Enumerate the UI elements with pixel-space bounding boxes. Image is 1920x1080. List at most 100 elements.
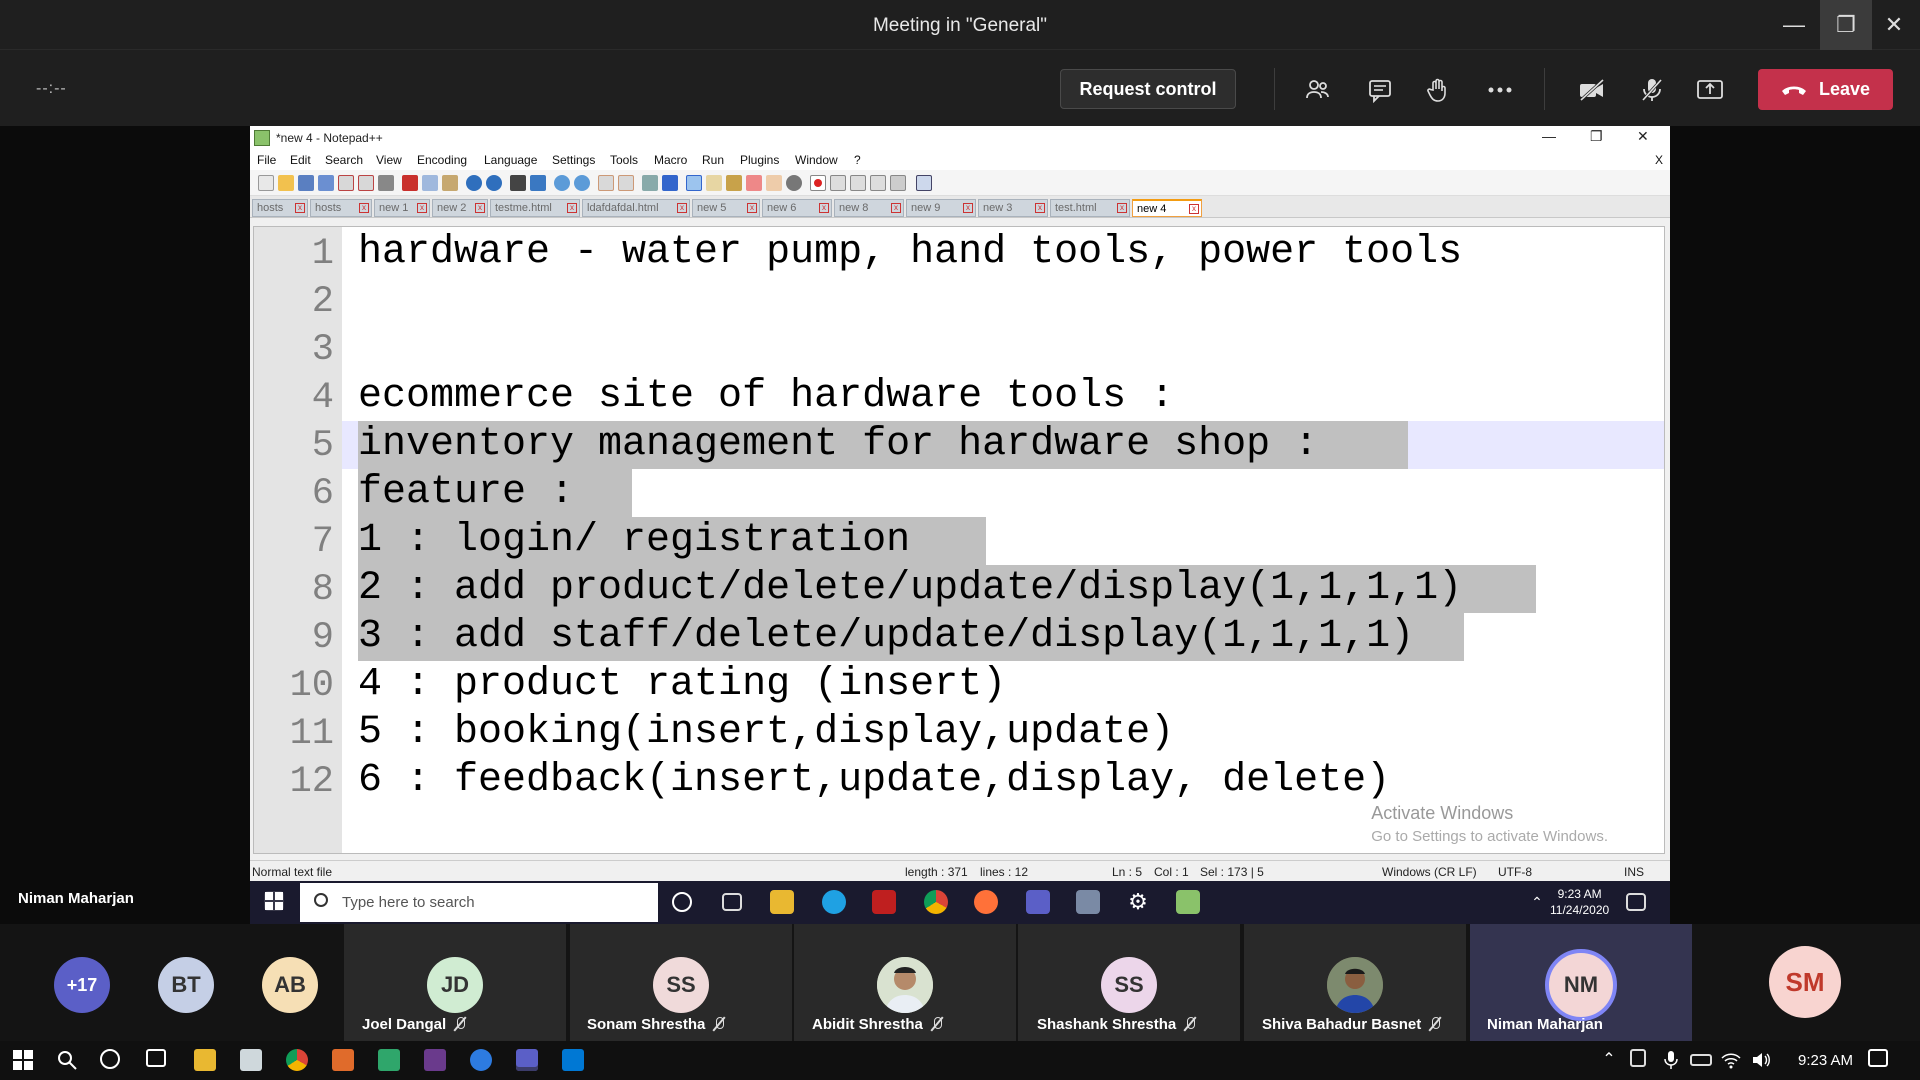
chrome-icon[interactable] xyxy=(924,890,948,914)
close-tab-icon[interactable]: x xyxy=(359,203,369,213)
notification-icon[interactable] xyxy=(1868,1049,1888,1067)
notepadpp-taskbar-icon[interactable] xyxy=(1176,890,1200,914)
participant-tile[interactable]: Shiva Bahadur Basnet xyxy=(1244,924,1466,1041)
phpstorm-icon[interactable] xyxy=(424,1049,446,1071)
task-view-icon[interactable] xyxy=(722,893,742,911)
find-icon[interactable] xyxy=(510,175,526,191)
spell-check-icon[interactable] xyxy=(916,175,932,191)
cortana-icon[interactable] xyxy=(672,892,692,912)
chevron-up-icon[interactable]: ⌃ xyxy=(1525,890,1549,914)
sublime-icon[interactable] xyxy=(332,1049,354,1071)
word-wrap-icon[interactable] xyxy=(642,175,658,191)
cut-icon[interactable] xyxy=(402,175,418,191)
close-tab-icon[interactable]: x xyxy=(475,203,485,213)
avatar[interactable]: SM xyxy=(1769,946,1841,1018)
start-icon[interactable] xyxy=(12,1049,34,1071)
tab-test-html[interactable]: test.html x xyxy=(1050,199,1130,217)
save-all-icon[interactable] xyxy=(318,175,334,191)
new-file-icon[interactable] xyxy=(258,175,274,191)
run-macro-multiple-icon[interactable] xyxy=(870,175,886,191)
more-icon[interactable] xyxy=(1484,74,1516,106)
play-macro-icon[interactable] xyxy=(850,175,866,191)
participant-tile[interactable]: Abidit Shrestha xyxy=(794,924,1016,1041)
close-tab-icon[interactable]: x xyxy=(1117,203,1127,213)
lang-define-icon[interactable] xyxy=(706,175,722,191)
close-all-icon[interactable] xyxy=(358,175,374,191)
tab-testme[interactable]: testme.html x xyxy=(490,199,580,217)
menu-search[interactable]: Search xyxy=(325,153,363,167)
leave-button[interactable]: Leave xyxy=(1758,69,1893,110)
close-window-button[interactable]: ✕ xyxy=(1868,0,1920,50)
edge-icon[interactable] xyxy=(822,890,846,914)
settings-gear-icon[interactable]: ⚙ xyxy=(1126,890,1150,914)
chrome-icon[interactable] xyxy=(286,1049,308,1071)
notepad-close-button[interactable]: ✕ xyxy=(1637,128,1649,145)
tab-new-4[interactable]: new 4x xyxy=(1132,199,1202,217)
device-icon[interactable] xyxy=(1630,1049,1646,1067)
tab-new-1[interactable]: new 1x xyxy=(374,199,430,217)
text-editor[interactable]: 1 hardware - water pump, hand tools, pow… xyxy=(253,226,1665,854)
avatar[interactable]: BT xyxy=(158,957,214,1013)
chevron-up-icon[interactable]: ⌃ xyxy=(1598,1049,1620,1071)
start-icon[interactable] xyxy=(264,891,284,911)
firefox-icon[interactable] xyxy=(974,890,998,914)
close-tab-icon[interactable]: x xyxy=(1189,204,1199,214)
close-tab-icon[interactable]: x xyxy=(819,203,829,213)
open-file-icon[interactable] xyxy=(278,175,294,191)
menu-run[interactable]: Run xyxy=(702,153,724,167)
zoom-in-icon[interactable] xyxy=(554,175,570,191)
tab-hosts[interactable]: hosts x xyxy=(252,199,308,217)
signal-icon[interactable] xyxy=(470,1049,492,1071)
participant-tile[interactable]: SS Sonam Shrestha xyxy=(570,924,792,1041)
menu-tools[interactable]: Tools xyxy=(610,153,638,167)
menu-help[interactable]: ? xyxy=(854,153,861,167)
tab-new-8[interactable]: new 8x xyxy=(834,199,904,217)
microphone-icon[interactable] xyxy=(1660,1049,1682,1071)
participant-tile-self[interactable]: NM Niman Maharjan xyxy=(1470,924,1692,1041)
wifi-icon[interactable] xyxy=(1720,1049,1742,1071)
close-tab-icon[interactable]: x xyxy=(567,203,577,213)
menu-encoding[interactable]: Encoding xyxy=(417,153,467,167)
menu-file[interactable]: File xyxy=(257,153,276,167)
minimize-button[interactable]: — xyxy=(1768,0,1820,50)
record-macro-icon[interactable] xyxy=(810,175,826,191)
menu-plugins[interactable]: Plugins xyxy=(740,153,779,167)
menu-edit[interactable]: Edit xyxy=(290,153,311,167)
show-all-chars-icon[interactable] xyxy=(662,175,678,191)
vscode-icon[interactable] xyxy=(562,1049,584,1071)
menu-macro[interactable]: Macro xyxy=(654,153,687,167)
participant-tile[interactable]: SS Shashank Shrestha xyxy=(1018,924,1240,1041)
folder-workspace-icon[interactable] xyxy=(766,175,782,191)
task-view-icon[interactable] xyxy=(146,1049,166,1067)
menu-window[interactable]: Window xyxy=(795,153,838,167)
tab-ldafdafdal[interactable]: ldafdafdal.html x xyxy=(582,199,690,217)
sync-horizontal-icon[interactable] xyxy=(618,175,634,191)
cortana-icon[interactable] xyxy=(100,1049,120,1069)
close-tab-icon[interactable]: x xyxy=(891,203,901,213)
taskbar-clock[interactable]: 9:23 AM xyxy=(1798,1052,1853,1069)
store-icon[interactable] xyxy=(240,1049,262,1071)
close-tab-icon[interactable]: x xyxy=(295,203,305,213)
function-list-icon[interactable] xyxy=(746,175,762,191)
tab-hosts-2[interactable]: hosts x xyxy=(310,199,372,217)
menu-view[interactable]: View xyxy=(376,153,402,167)
menu-settings[interactable]: Settings xyxy=(552,153,595,167)
tab-new-6[interactable]: new 6x xyxy=(762,199,832,217)
close-tab-icon[interactable]: x xyxy=(677,203,687,213)
file-explorer-icon[interactable] xyxy=(770,890,794,914)
close-document-button[interactable]: X xyxy=(1655,153,1663,167)
app-icon[interactable] xyxy=(378,1049,400,1071)
avatar[interactable]: AB xyxy=(262,957,318,1013)
sync-vertical-icon[interactable] xyxy=(598,175,614,191)
participants-icon[interactable] xyxy=(1302,74,1334,106)
save-icon[interactable] xyxy=(298,175,314,191)
replace-icon[interactable] xyxy=(530,175,546,191)
close-tab-icon[interactable]: x xyxy=(417,203,427,213)
file-explorer-icon[interactable] xyxy=(194,1049,216,1071)
request-control-button[interactable]: Request control xyxy=(1060,69,1236,109)
share-screen-icon[interactable] xyxy=(1694,74,1726,106)
restore-button[interactable]: ❐ xyxy=(1820,0,1872,50)
search-icon[interactable] xyxy=(56,1049,78,1071)
battery-icon[interactable] xyxy=(1690,1054,1712,1066)
zoom-out-icon[interactable] xyxy=(574,175,590,191)
